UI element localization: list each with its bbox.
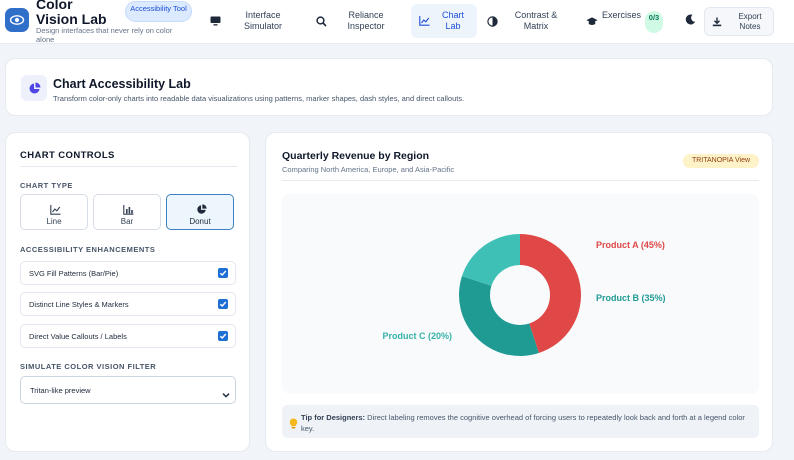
controls-heading: CHART CONTROLS: [20, 150, 115, 161]
plot-area: Product A (45%) Product B (35%) Product C …: [282, 194, 759, 394]
donut-label-product-b: Product B (35%): [596, 293, 666, 303]
chart-type-label: Bar: [120, 217, 134, 226]
toggle-value-callouts[interactable]: Direct Value Callouts / Labels: [20, 324, 236, 348]
simulation-badge: TRITANOPIA View: [683, 154, 759, 168]
brand-title: Color Vision Lab: [36, 0, 107, 27]
filter-label: SIMULATE COLOR VISION FILTER: [20, 362, 157, 371]
chart-subtitle: Comparing North America, Europe, and Asi…: [282, 165, 455, 174]
search-icon: [315, 15, 327, 27]
theme-toggle-button[interactable]: [680, 11, 700, 31]
checkbox-checked[interactable]: [218, 299, 228, 309]
nav-chart-lab[interactable]: Chart Lab: [411, 4, 477, 38]
nav-reliance-inspector[interactable]: Reliance Inspector: [309, 4, 397, 38]
nav-label: Reliance Inspector: [347, 10, 385, 31]
chart-panel: Quarterly Revenue by Region Comparing No…: [265, 132, 773, 452]
chart-type-label: CHART TYPE: [20, 181, 73, 190]
nav-label: Exercises: [602, 10, 642, 20]
designer-tip: Tip for Designers: Direct labeling remov…: [282, 405, 759, 438]
tip-heading: Tip for Designers:: [301, 413, 366, 422]
nav-label: Interface Simulator: [243, 10, 282, 31]
bar-chart-icon: [122, 202, 134, 215]
top-nav-bar: Color Vision Lab Accessibility Tool Desi…: [0, 0, 794, 44]
donut-chart: Product A (45%) Product B (35%) Product C …: [382, 234, 666, 356]
graduation-cap-icon: [586, 15, 598, 27]
export-label: Export Notes: [738, 12, 762, 31]
monitor-icon: [209, 15, 221, 27]
chart-type-label: Line: [46, 217, 62, 226]
nav-exercises[interactable]: Exercises: [582, 4, 642, 38]
contrast-icon: [486, 15, 498, 27]
toggle-line-styles[interactable]: Distinct Line Styles & Markers: [20, 292, 236, 316]
chevron-down-icon: [222, 386, 230, 404]
tip-text: Tip for Designers: Direct labeling remov…: [301, 413, 751, 434]
toggle-label: SVG Fill Patterns (Bar/Pie): [29, 269, 119, 278]
chart-title: Quarterly Revenue by Region: [282, 150, 430, 162]
moon-icon: [685, 12, 696, 30]
toggle-fill-patterns[interactable]: SVG Fill Patterns (Bar/Pie): [20, 261, 236, 285]
download-icon: [712, 17, 722, 29]
nav-label: Chart Lab: [441, 10, 464, 31]
color-vision-filter-select[interactable]: Tritan-like preview: [20, 376, 236, 404]
chart-type-line-button[interactable]: Line: [20, 194, 88, 230]
donut-slice-product-b: [459, 276, 539, 356]
chart-type-label: Donut: [189, 217, 211, 226]
donut-slice-product-c: [461, 234, 520, 286]
toggle-label: Direct Value Callouts / Labels: [29, 332, 127, 341]
checkbox-checked[interactable]: [218, 331, 228, 341]
donut-label-product-a: Product A (45%): [596, 240, 665, 250]
nav-interface-simulator[interactable]: Interface Simulator: [204, 4, 296, 38]
chart-controls-panel: CHART CONTROLS CHART TYPE Line Bar Donut…: [5, 132, 250, 452]
pie-chart-icon: [195, 202, 207, 214]
brand-subtitle: Design interfaces that never rely on col…: [36, 26, 173, 44]
nav-label: Contrast & Matrix: [514, 10, 558, 31]
toggle-label: Distinct Line Styles & Markers: [29, 300, 129, 309]
brand-badge: Accessibility Tool: [125, 1, 192, 22]
chart-type-bar-button[interactable]: Bar: [93, 194, 161, 230]
tip-body: Direct labeling removes the cognitive ov…: [301, 413, 745, 433]
select-value: Tritan-like preview: [30, 386, 91, 395]
checkbox-checked[interactable]: [218, 268, 228, 278]
lab-title: Chart Accessibility Lab: [53, 77, 191, 91]
line-chart-icon: [418, 15, 430, 27]
divider: [20, 166, 237, 167]
nav-contrast-matrix[interactable]: Contrast & Matrix: [482, 4, 568, 38]
lab-header-card: Chart Accessibility Lab Transform color-…: [5, 58, 773, 116]
lightbulb-icon: [289, 416, 298, 434]
lab-description: Transform color-only charts into readabl…: [53, 94, 465, 103]
eye-icon: [5, 8, 29, 32]
exercise-count-badge: 0/3: [645, 11, 663, 33]
chart-type-donut-button[interactable]: Donut: [166, 194, 234, 230]
divider: [282, 180, 759, 181]
export-notes-button[interactable]: Export Notes: [704, 7, 774, 36]
line-chart-icon: [49, 202, 61, 215]
donut-label-product-c: Product C (20%): [382, 331, 452, 341]
enhancements-label: ACCESSIBILITY ENHANCEMENTS: [20, 245, 156, 254]
pie-chart-icon: [21, 75, 47, 101]
